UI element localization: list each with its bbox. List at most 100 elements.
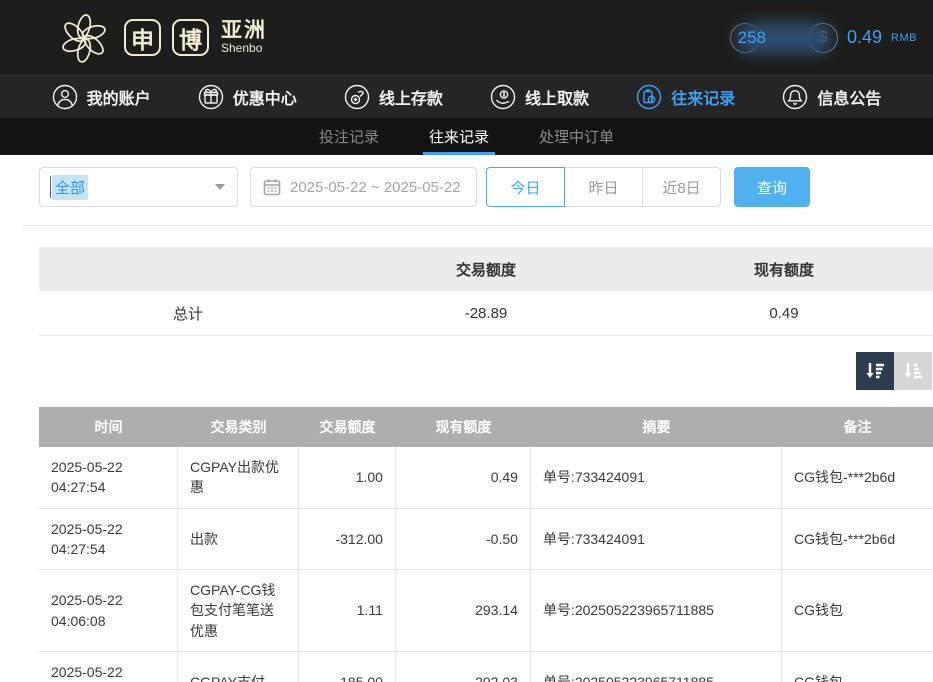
deposit-hand-coin-icon [344,84,370,110]
summary-header-balance: 现有额度 [635,247,933,291]
nav-item-records[interactable]: 往来记录 [636,84,735,110]
subtab-label: 处理中订单 [539,126,614,147]
cell-summary: 单号:733424091 [531,509,782,570]
cell-time: 2025-05-22 04:27:54 [39,447,178,508]
sort-toolbar [0,352,932,390]
query-button[interactable]: 查询 [734,167,810,207]
gift-icon [198,84,224,110]
summary-total-amount: -28.89 [337,291,635,335]
date-range-input[interactable]: 2025-05-22 ~ 2025-05-22 [250,167,477,207]
text-caret [50,176,51,198]
type-select-value: 全部 [52,175,88,200]
cell-summary: 单号:733424091 [531,447,782,508]
table-row: 2025-05-22 04:06:08 CGPAY-CG钱包支付笔笔送优惠 1.… [39,570,933,652]
header-type: 交易类别 [178,407,299,447]
summary-header-amount: 交易额度 [337,247,635,291]
today-button[interactable]: 今日 [486,167,565,207]
cell-amount: -312.00 [299,509,396,570]
calendar-icon [263,178,281,196]
cell-time: 2025-05-22 04:06:08 [39,570,178,651]
cell-note: CG钱包-***2b6d [782,447,933,508]
username-suffix: 258 [738,28,766,48]
sub-nav: 投注记录 往来记录 处理中订单 [0,118,933,155]
sort-descending-icon [864,360,886,382]
type-select[interactable]: 全部 [39,167,238,207]
nav-label: 信息公告 [817,85,881,109]
chevron-down-icon [215,184,225,190]
nav-label: 线上取款 [525,85,589,109]
cell-balance: -0.50 [396,509,531,570]
quick-date-group: 今日 昨日 近8日 [486,167,721,207]
yesterday-label: 昨日 [588,177,618,198]
subtab-label: 投注记录 [319,126,379,147]
flower-logo-icon [55,9,113,67]
account-area: 258 $ 0.49 RMB [730,18,917,58]
summary-header-empty [39,247,337,291]
header-balance: 现有额度 [396,407,531,447]
user-icon [52,84,78,110]
records-table: 时间 交易类别 交易额度 现有额度 摘要 备注 2025-05-22 04:27… [39,407,933,682]
records-header-row: 时间 交易类别 交易额度 现有额度 摘要 备注 [39,407,933,447]
nav-label: 线上存款 [379,85,443,109]
cell-time: 2025-05-22 04:27:54 [39,509,178,570]
cell-type: 出款 [178,509,299,570]
header-summary: 摘要 [531,407,782,447]
table-row: 2025-05-22 04:27:54 CGPAY出款优惠 1.00 0.49 … [39,447,933,509]
cell-note: CG钱包 [782,652,933,682]
summary-total-label: 总计 [39,291,337,335]
summary-total-balance: 0.49 [635,291,933,335]
tab-transaction-records[interactable]: 往来记录 [423,118,495,155]
sort-ascending-icon [902,360,924,382]
cell-type: CGPAY支付 [178,652,299,682]
summary-total-row: 总计 -28.89 0.49 [39,291,933,336]
cell-summary: 单号:202505223965711885 [531,570,782,651]
last-8-days-label: 近8日 [662,177,700,198]
balance-currency: RMB [891,32,917,44]
logo-region-en: Shenbo [221,42,267,55]
cell-summary: 单号:202505223965711885 [531,652,782,682]
subtab-label: 往来记录 [429,126,489,147]
cell-type: CGPAY出款优惠 [178,447,299,508]
summary-table: 交易额度 现有额度 总计 -28.89 0.49 [39,247,933,336]
sort-ascending-button[interactable] [894,352,932,390]
logo-char-shen: 申 [124,19,161,56]
date-range-value: 2025-05-22 ~ 2025-05-22 [290,179,461,196]
cell-time: 2025-05-22 04:06:08 [39,652,178,682]
cell-amount: 185.00 [299,652,396,682]
nav-label: 优惠中心 [233,85,297,109]
summary-header-row: 交易额度 现有额度 [39,247,933,291]
username-display[interactable]: 258 [730,18,766,58]
table-row: 2025-05-22 04:27:54 出款 -312.00 -0.50 单号:… [39,509,933,571]
logo-char-bo: 博 [172,19,209,56]
nav-item-announcements[interactable]: 信息公告 [782,84,881,110]
cell-amount: 1.11 [299,570,396,651]
filter-bar: 全部 2025-05-22 ~ 2025-05-22 今日 昨日 近8日 查询 [39,167,933,207]
yesterday-button[interactable]: 昨日 [564,167,643,207]
bell-icon [782,84,808,110]
logo-region-text: 亚洲 Shenbo [221,20,267,55]
nav-item-promotions[interactable]: 优惠中心 [198,84,297,110]
top-bar: 申 博 亚洲 Shenbo 258 $ 0.49 RMB [0,0,933,76]
cell-note: CG钱包 [782,570,933,651]
tab-betting-records[interactable]: 投注记录 [313,118,385,155]
cell-type: CGPAY-CG钱包支付笔笔送优惠 [178,570,299,651]
last-8-days-button[interactable]: 近8日 [642,167,721,207]
nav-item-deposit[interactable]: 线上存款 [344,84,443,110]
balance-amount: 0.49 [847,27,882,48]
header-note: 备注 [782,407,933,447]
header-time: 时间 [39,407,178,447]
table-row: 2025-05-22 04:06:08 CGPAY支付 185.00 292.0… [39,652,933,682]
nav-item-withdraw[interactable]: 线上取款 [490,84,589,110]
cell-amount: 1.00 [299,447,396,508]
cell-balance: 0.49 [396,447,531,508]
withdraw-hand-coin-icon [490,84,516,110]
nav-item-my-account[interactable]: 我的账户 [52,84,151,110]
records-clipboard-icon [636,84,662,110]
main-nav: 我的账户 优惠中心 线上存款 线上取款 [0,76,933,118]
header-amount: 交易额度 [299,407,396,447]
cell-balance: 292.03 [396,652,531,682]
brand-logo: 申 博 亚洲 Shenbo [55,9,267,67]
sort-descending-button[interactable] [856,352,894,390]
logo-region-cn: 亚洲 [221,20,267,42]
tab-processing-orders[interactable]: 处理中订单 [533,118,620,155]
